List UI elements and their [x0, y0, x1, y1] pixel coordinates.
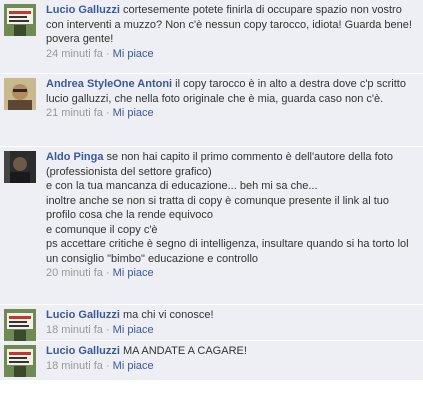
- comment-item: Lucio Galluzzi cortesemente potete finir…: [0, 0, 423, 74]
- meta-separator: ·: [105, 47, 110, 60]
- like-link[interactable]: Mi piace: [113, 360, 154, 372]
- comment-item: Lucio Galluzzi ma chi vi conosce! 18 min…: [0, 305, 423, 341]
- meta-separator: ·: [105, 323, 110, 336]
- comment-author[interactable]: Lucio Galluzzi: [46, 345, 120, 357]
- like-link[interactable]: Mi piace: [113, 267, 154, 279]
- meta-separator: ·: [105, 107, 110, 119]
- comment-author[interactable]: Aldo Pinga: [46, 151, 103, 163]
- comment-timestamp[interactable]: 24 minuti fa: [46, 48, 103, 60]
- like-link[interactable]: Mi piace: [113, 48, 154, 60]
- meta-separator: ·: [105, 267, 110, 279]
- comment-text-line: inoltre anche se non si tratta di copy è…: [46, 194, 390, 222]
- comment-text-line: e con la tua mancanza di educazione... b…: [46, 180, 318, 192]
- comments-feed: Lucio Galluzzi cortesemente potete finir…: [0, 0, 423, 381]
- like-link[interactable]: Mi piace: [113, 107, 154, 119]
- comment-meta: 21 minuti fa · Mi piace: [46, 106, 417, 121]
- comment-author[interactable]: Lucio Galluzzi: [46, 4, 120, 16]
- avatar-photo-sign-icon[interactable]: [4, 345, 36, 377]
- comment-timestamp[interactable]: 18 minuti fa: [46, 360, 103, 372]
- avatar-photo-dark-icon[interactable]: [4, 151, 36, 183]
- meta-separator: ·: [105, 359, 110, 372]
- comment-text-line: e comunque il copy c'è: [46, 223, 158, 236]
- like-link[interactable]: Mi piace: [113, 324, 154, 336]
- comment-author[interactable]: Lucio Galluzzi: [46, 309, 120, 321]
- comment-timestamp[interactable]: 18 minuti fa: [46, 324, 103, 336]
- comment-item: Andrea StyleOne Antoni il copy tarocco è…: [0, 74, 423, 147]
- avatar-photo-face-icon[interactable]: [4, 78, 36, 110]
- comment-text: ma chi vi conosce!: [123, 309, 214, 321]
- comment-timestamp[interactable]: 20 minuti fa: [46, 267, 103, 279]
- avatar-photo-sign-icon[interactable]: [4, 309, 36, 341]
- comment-meta: 20 minuti fa · Mi piace: [46, 266, 417, 281]
- comment-item: Aldo Pinga se non hai capito il primo co…: [0, 147, 423, 305]
- comment-text: MA ANDATE A CAGARE!: [123, 345, 247, 357]
- comment-text-line: un consiglio "bimbo" educazione e contro…: [46, 252, 259, 265]
- comment-meta: 18 minuti fa · Mi piace: [46, 323, 417, 338]
- comment-text-line: ps accettare critiche è segno di intelli…: [46, 238, 409, 250]
- comment-author[interactable]: Andrea StyleOne Antoni: [46, 78, 172, 90]
- avatar-photo-sign-icon[interactable]: [4, 4, 36, 36]
- comment-meta: 24 minuti fa · Mi piace: [46, 47, 417, 62]
- comment-item: Lucio Galluzzi MA ANDATE A CAGARE! 18 mi…: [0, 341, 423, 381]
- comment-meta: 18 minuti fa · Mi piace: [46, 359, 417, 374]
- comment-timestamp[interactable]: 21 minuti fa: [46, 107, 103, 119]
